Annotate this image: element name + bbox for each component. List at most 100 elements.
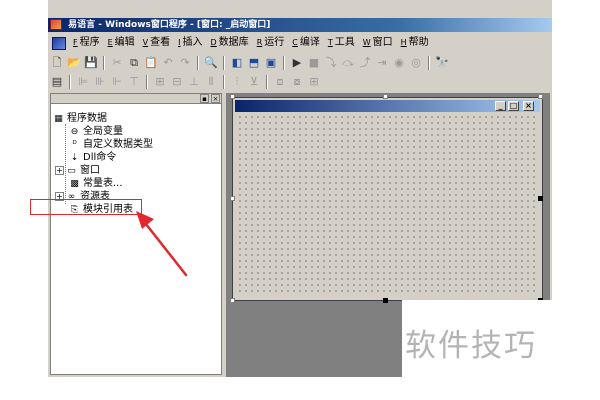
expand-plus-icon[interactable]: + bbox=[55, 166, 64, 175]
form-title-bar: _ □ × bbox=[235, 100, 540, 112]
menu-database[interactable]: D 数据库 bbox=[207, 35, 253, 51]
program-data-icon: ▦ bbox=[54, 113, 63, 124]
tree-item-label: Dll命令 bbox=[83, 152, 117, 163]
align-top-icon[interactable]: ⊤ bbox=[127, 75, 141, 89]
datatype-icon: ᴰ bbox=[72, 139, 77, 150]
toolbar-separator bbox=[103, 56, 105, 70]
save-icon[interactable]: 💾 bbox=[84, 56, 98, 70]
tree-item-label: 常量表... bbox=[83, 178, 123, 189]
app-icon bbox=[50, 19, 62, 30]
form-maximize-button[interactable]: □ bbox=[508, 101, 519, 111]
run-to-cursor-icon[interactable]: ⇥ bbox=[375, 56, 389, 70]
globe-icon: ⊖ bbox=[70, 126, 79, 137]
menu-help[interactable]: H 帮助 bbox=[397, 35, 433, 51]
window-icon: ▭ bbox=[67, 165, 76, 176]
menu-insert[interactable]: I 插入 bbox=[174, 35, 206, 51]
resize-handle[interactable] bbox=[383, 298, 388, 303]
toolbar-separator bbox=[197, 56, 199, 70]
resize-handle[interactable] bbox=[230, 94, 235, 99]
resize-handle[interactable] bbox=[230, 298, 235, 303]
menu-compile[interactable]: C 编译 bbox=[288, 35, 324, 51]
resize-handle[interactable] bbox=[230, 196, 235, 201]
open-folder-icon[interactable]: 📂 bbox=[67, 56, 81, 70]
panel-header: ▪ × bbox=[51, 94, 221, 104]
tree-root-label: 程序数据 bbox=[67, 113, 107, 124]
form-close-button[interactable]: × bbox=[523, 101, 534, 111]
step-out-icon[interactable]: ⤴ bbox=[358, 56, 372, 70]
resize-handle[interactable] bbox=[538, 196, 543, 201]
menu-program[interactable]: F 程序 bbox=[69, 35, 104, 51]
step-into-icon[interactable]: ⤵ bbox=[324, 56, 338, 70]
menu-run[interactable]: R 运行 bbox=[253, 35, 289, 51]
window-title: 易语言 - Windows窗口程序 - [窗口: _启动窗口] bbox=[68, 20, 271, 30]
watermark-text: 软件技巧 bbox=[405, 328, 537, 364]
center-horizontal-icon[interactable]: ⊻ bbox=[247, 75, 261, 89]
toolbar-separator bbox=[428, 56, 430, 70]
tree-item-label: 窗口 bbox=[80, 165, 100, 176]
menu-bar: F 程序 E 编辑 V 查看 I 插入 D 数据库 R 运行 C 编译 T 工具 W 窗口 H 帮助 bbox=[48, 34, 552, 52]
align-bottom-icon[interactable]: ⊥ bbox=[187, 75, 201, 89]
tree-item-label: 自定义数据类型 bbox=[83, 139, 153, 150]
tree-root[interactable]: ▦ 程序数据 bbox=[53, 112, 153, 125]
tree-item-dll-commands[interactable]: ⇣ Dll命令 bbox=[53, 151, 153, 164]
tree-item-global-vars[interactable]: ⊖ 全局变量 bbox=[53, 125, 153, 138]
toolbar-separator bbox=[266, 75, 268, 89]
toolbar-separator bbox=[223, 75, 225, 89]
dll-icon: ⇣ bbox=[70, 152, 79, 163]
align-center-icon[interactable]: ⊪ bbox=[93, 75, 107, 89]
menu-tools[interactable]: T 工具 bbox=[324, 35, 359, 51]
form-grid[interactable] bbox=[237, 114, 538, 296]
panel-close-button[interactable]: × bbox=[211, 94, 220, 103]
tree-item-custom-types[interactable]: ᴰ 自定义数据类型 bbox=[53, 138, 153, 151]
highlight-box bbox=[30, 199, 142, 215]
alignment-toolbar: ▤ ⊫ ⊪ ⊩ ⊤ ⊞ ⊟ ⊥ ⫴ ⫶ ⊻ ⧈ ⧇ ⊞ bbox=[50, 73, 550, 91]
startup-form[interactable]: _ □ × bbox=[232, 97, 543, 301]
step-over-icon[interactable]: ⤼ bbox=[341, 56, 355, 70]
toolbar-separator bbox=[283, 56, 285, 70]
new-file-icon[interactable]: 🗋 bbox=[50, 56, 64, 70]
layout-full-icon[interactable]: ▣ bbox=[264, 56, 278, 70]
space-vertical-icon[interactable]: ⫶ bbox=[230, 75, 244, 89]
send-back-icon[interactable]: ⧇ bbox=[290, 75, 304, 89]
copy-icon[interactable]: ⧉ bbox=[127, 56, 141, 70]
run-icon[interactable]: ▶ bbox=[290, 56, 304, 70]
grid-icon[interactable]: ⊞ bbox=[307, 75, 321, 89]
bring-front-icon[interactable]: ⧈ bbox=[273, 75, 287, 89]
same-height-icon[interactable]: ⊟ bbox=[170, 75, 184, 89]
binoculars-icon[interactable]: 🔭 bbox=[435, 56, 449, 70]
cut-icon[interactable]: ✂ bbox=[110, 56, 124, 70]
breakpoint-icon[interactable]: ◉ bbox=[392, 56, 406, 70]
ide-logo-icon[interactable] bbox=[52, 36, 66, 50]
watermark: 软件技巧 bbox=[402, 300, 552, 377]
menu-view[interactable]: V 查看 bbox=[139, 35, 174, 51]
align-right-icon[interactable]: ⊩ bbox=[110, 75, 124, 89]
layout-top-icon[interactable]: ⬒ bbox=[247, 56, 261, 70]
resize-handle[interactable] bbox=[538, 94, 543, 99]
standard-toolbar: 🗋 📂 💾 ✂ ⧉ 📋 ↶ ↷ 🔍 ◧ ⬒ ▣ ▶ ■ ⤵ ⤼ ⤴ ⇥ ◉ ◎ … bbox=[50, 54, 550, 72]
panel-minimize-button[interactable]: ▪ bbox=[200, 94, 209, 103]
title-bar: 易语言 - Windows窗口程序 - [窗口: _启动窗口] bbox=[48, 18, 552, 32]
toolbar-separator bbox=[146, 75, 148, 89]
redo-icon[interactable]: ↷ bbox=[178, 56, 192, 70]
space-horizontal-icon[interactable]: ⫴ bbox=[204, 75, 218, 89]
tree-item-label: 全局变量 bbox=[83, 126, 123, 137]
toolbar-separator bbox=[69, 75, 71, 89]
find-icon[interactable]: 🔍 bbox=[204, 56, 218, 70]
stop-icon[interactable]: ■ bbox=[307, 56, 321, 70]
undo-icon[interactable]: ↶ bbox=[161, 56, 175, 70]
align-left-icon[interactable]: ⊫ bbox=[76, 75, 90, 89]
watch-icon[interactable]: ◎ bbox=[409, 56, 423, 70]
form-icon[interactable]: ▤ bbox=[50, 75, 64, 89]
same-width-icon[interactable]: ⊞ bbox=[153, 75, 167, 89]
menu-edit[interactable]: E 编辑 bbox=[104, 35, 139, 51]
constant-icon: ▩ bbox=[70, 178, 79, 189]
tree-item-constants[interactable]: ▩ 常量表... bbox=[53, 177, 153, 190]
tree-item-windows[interactable]: + ▭ 窗口 bbox=[53, 164, 153, 177]
form-minimize-button[interactable]: _ bbox=[495, 101, 506, 111]
layout-left-icon[interactable]: ◧ bbox=[230, 56, 244, 70]
resize-handle[interactable] bbox=[383, 94, 388, 99]
paste-icon[interactable]: 📋 bbox=[144, 56, 158, 70]
red-arrow-icon bbox=[136, 211, 188, 277]
menu-window[interactable]: W 窗口 bbox=[359, 35, 397, 51]
toolbar-separator bbox=[223, 56, 225, 70]
